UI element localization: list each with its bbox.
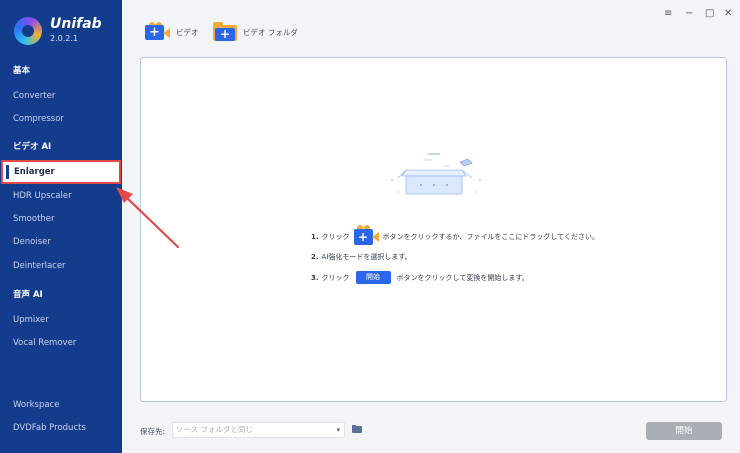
sidebar-item-upmixer[interactable]: Upmixer bbox=[13, 315, 49, 325]
app-window: Unifab 2.0.2.1 基本 Converter Compressor ビ… bbox=[0, 0, 740, 453]
sidebar-item-vocal-remover[interactable]: Vocal Remover bbox=[13, 338, 76, 348]
minimize-icon[interactable]: − bbox=[685, 8, 693, 19]
app-version: 2.0.2.1 bbox=[50, 34, 78, 43]
save-location-value: ソース フォルダと同じ bbox=[176, 425, 254, 434]
section-video-ai: ビデオ AI bbox=[13, 142, 52, 152]
sidebar-item-denoiser[interactable]: Denoiser bbox=[13, 237, 51, 247]
instruction-step-3: 3. クリック 開始 ボタンをクリックして変換を開始します。 bbox=[311, 271, 529, 284]
sidebar-item-smoother[interactable]: Smoother bbox=[13, 214, 55, 224]
menu-icon[interactable]: ≡ bbox=[664, 8, 672, 19]
section-basic: 基本 bbox=[13, 66, 31, 76]
unifab-logo-icon bbox=[14, 16, 42, 45]
sidebar-item-dvdfab-products[interactable]: DVDFab Products bbox=[13, 423, 86, 433]
sidebar-item-enlarger[interactable]: Enlarger bbox=[1, 160, 121, 184]
empty-box-illustration bbox=[391, 153, 481, 195]
add-folder-button[interactable]: + ビデオ フォルダ bbox=[213, 22, 298, 42]
inline-start-button: 開始 bbox=[355, 271, 391, 284]
section-audio-ai: 音声 AI bbox=[13, 290, 43, 300]
add-folder-icon: + bbox=[213, 22, 237, 42]
add-video-icon: + bbox=[145, 22, 170, 42]
browse-folder-icon[interactable] bbox=[352, 425, 362, 433]
inline-add-video-icon: + bbox=[353, 225, 379, 247]
instruction-step-2: 2. AI強化モードを選択します。 bbox=[311, 253, 412, 261]
sidebar-item-workspace[interactable]: Workspace bbox=[13, 400, 59, 410]
save-location-label: 保存先: bbox=[140, 427, 166, 436]
add-folder-label: ビデオ フォルダ bbox=[243, 27, 298, 37]
maximize-icon[interactable]: □ bbox=[705, 8, 714, 19]
start-button[interactable]: 開始 bbox=[646, 422, 722, 440]
app-logo: Unifab 2.0.2.1 bbox=[14, 16, 102, 45]
save-location-select[interactable]: ソース フォルダと同じ ▾ bbox=[172, 422, 345, 438]
active-indicator bbox=[6, 165, 9, 179]
add-video-button[interactable]: + ビデオ bbox=[145, 22, 199, 42]
app-name: Unifab bbox=[50, 16, 102, 32]
sidebar-item-compressor[interactable]: Compressor bbox=[13, 114, 64, 124]
sidebar: Unifab 2.0.2.1 基本 Converter Compressor ビ… bbox=[0, 0, 122, 453]
sidebar-item-converter[interactable]: Converter bbox=[13, 91, 55, 101]
instruction-step-1: 1. クリック + ボタンをクリックするか、ファイルをここにドラッグしてください… bbox=[311, 225, 599, 247]
sidebar-item-deinterlacer[interactable]: Deinterlacer bbox=[13, 261, 66, 271]
chevron-down-icon: ▾ bbox=[336, 426, 340, 434]
close-icon[interactable]: ✕ bbox=[724, 8, 732, 19]
add-video-label: ビデオ bbox=[176, 27, 199, 37]
sidebar-item-hdr-upscaler[interactable]: HDR Upscaler bbox=[13, 191, 72, 201]
sidebar-item-label: Enlarger bbox=[14, 167, 55, 177]
